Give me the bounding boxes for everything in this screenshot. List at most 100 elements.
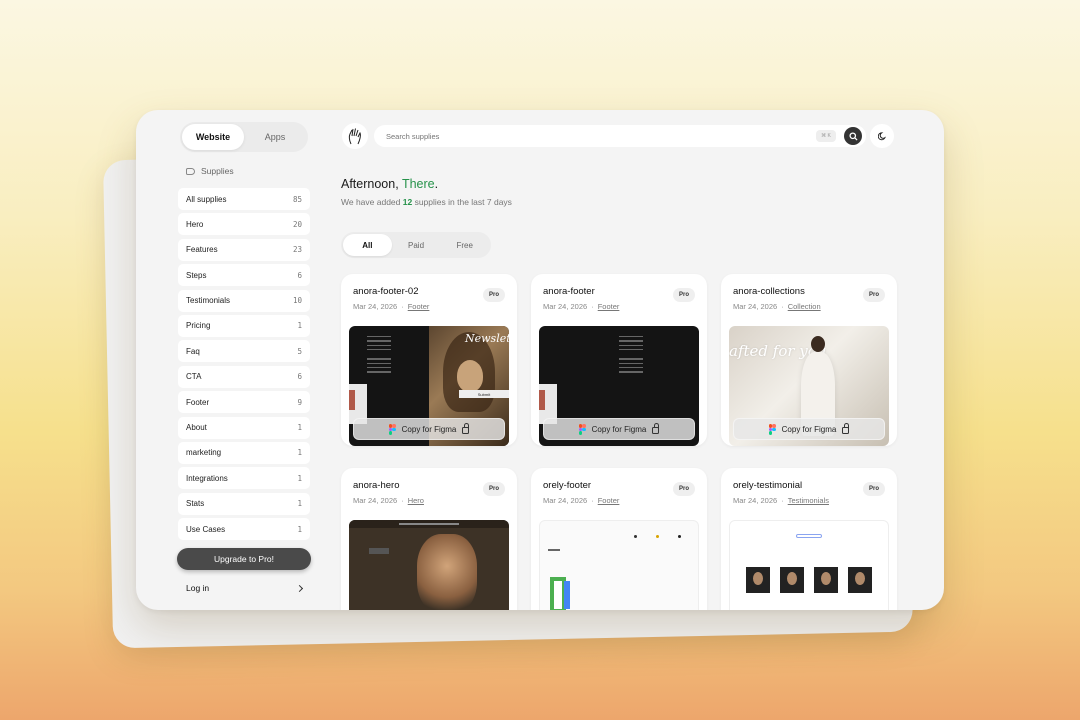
sidebar-item-count: 6 [297,372,302,382]
card-preview-image [729,520,889,610]
hand-logo-icon[interactable] [342,123,368,149]
sidebar-item-use-cases[interactable]: Use Cases 1 [178,518,310,541]
pro-badge: Pro [863,288,885,302]
subtitle-after: supplies in the last 7 days [412,197,512,207]
supply-card-anora-hero[interactable]: anora-hero Mar 24, 2026 · Hero Pro [341,468,517,610]
card-meta: Mar 24, 2026 · Collection [733,302,821,311]
sidebar-item-footer[interactable]: Footer 9 [178,391,310,414]
sidebar-item-faq[interactable]: Faq 5 [178,340,310,363]
card-category-link[interactable]: Hero [408,496,424,505]
new-supplies-count: 12 [402,197,413,207]
sidebar-item-testimonials[interactable]: Testimonials 10 [178,289,310,312]
sidebar-item-all-supplies[interactable]: All supplies 85 [178,188,310,210]
sidebar-item-cta[interactable]: CTA 6 [178,365,310,388]
card-date: Mar 24, 2026 [353,302,398,311]
greeting-subtitle: We have added 12 supplies in the last 7 … [341,197,512,207]
card-title: anora-footer-02 [353,286,419,297]
lock-icon [462,422,470,434]
pro-badge: Pro [863,482,885,496]
tab-website[interactable]: Website [182,124,244,150]
sidebar-item-label: Use Cases [186,524,226,534]
supply-card-orely-footer[interactable]: orely-footer Mar 24, 2026 · Footer Pro [531,468,707,610]
card-meta: Mar 24, 2026 · Footer [353,302,430,311]
supply-card-anora-footer-02[interactable]: anora-footer-02 Mar 24, 2026 · Footer Pro … [341,274,517,446]
sidebar-item-count: 10 [292,296,302,306]
card-preview-image [539,520,699,610]
sidebar-item-label: Pricing [186,321,211,331]
tab-apps[interactable]: Apps [244,124,306,150]
sidebar-item-label: All supplies [186,194,227,204]
sidebar-item-count: 9 [297,397,302,407]
sidebar: Website Apps Supplies All supplies 85 Her… [136,110,324,610]
sidebar-item-pricing[interactable]: Pricing 1 [178,314,310,337]
moon-icon[interactable] [870,124,894,148]
sidebar-item-label: Hero [186,219,204,229]
greeting-name: There [401,177,435,191]
card-date: Mar 24, 2026 [733,302,778,311]
card-meta: Mar 24, 2026 · Footer [543,302,620,311]
card-preview-image: Newsletter Submit Copy for Figma [349,326,509,446]
login-link[interactable]: Log in [186,580,304,596]
greeting-prefix: Afternoon, [341,177,402,191]
supply-card-orely-testimonial[interactable]: orely-testimonial Mar 24, 2026 · Testimoni… [721,468,897,610]
card-title: anora-collections [733,286,805,297]
upgrade-button[interactable]: Upgrade to Pro! [177,548,311,570]
copy-for-figma-button[interactable]: Copy for Figma [733,418,885,440]
sidebar-item-label: Integrations [186,473,228,483]
card-date: Mar 24, 2026 [733,496,778,505]
sidebar-item-count: 23 [292,245,302,255]
preview-submit-button: Submit [459,390,509,398]
copy-for-figma-button[interactable]: Copy for Figma [543,418,695,440]
figma-icon [388,424,396,435]
supply-card-anora-collections[interactable]: anora-collections Mar 24, 2026 · Collectio… [721,274,897,446]
greeting-suffix: . [434,177,439,191]
supplies-section-header: Supplies [186,166,234,176]
category-list: All supplies 85 Hero 20 Features 23 Steps 6 … [178,188,310,543]
sidebar-item-hero[interactable]: Hero 20 [178,213,310,236]
card-preview-image: Copy for Figma [539,326,699,446]
sidebar-item-marketing[interactable]: marketing 1 [178,441,310,464]
sidebar-item-steps[interactable]: Steps 6 [178,264,310,287]
sidebar-item-label: Testimonials [186,296,231,306]
card-category-link[interactable]: Footer [598,302,620,311]
sidebar-item-label: Features [186,245,218,255]
pro-badge: Pro [673,288,695,302]
copy-for-figma-label: Copy for Figma [781,424,837,434]
sidebar-item-features[interactable]: Features 23 [178,238,310,261]
sidebar-item-count: 6 [297,270,302,280]
supply-card-anora-footer[interactable]: anora-footer Mar 24, 2026 · Footer Pro Cop… [531,274,707,446]
card-category-link[interactable]: Footer [598,496,620,505]
card-title: orely-footer [543,480,592,491]
card-title: anora-hero [353,480,400,491]
pro-badge: Pro [483,288,505,302]
filter-free[interactable]: Free [440,234,489,256]
sidebar-item-count: 1 [297,423,302,433]
sidebar-item-label: Footer [186,397,210,407]
search-input[interactable] [386,131,786,141]
search-bar[interactable]: ⌘ K [374,125,866,147]
figma-icon [578,424,586,435]
card-date: Mar 24, 2026 [543,496,588,505]
sidebar-item-stats[interactable]: Stats 1 [178,492,310,515]
copy-for-figma-button[interactable]: Copy for Figma [353,418,505,440]
sidebar-item-count: 1 [297,524,302,534]
pricing-filter: All Paid Free [341,232,491,258]
card-date: Mar 24, 2026 [543,302,588,311]
card-meta: Mar 24, 2026 · Hero [353,496,424,505]
card-meta: Mar 24, 2026 · Footer [543,496,620,505]
sidebar-item-about[interactable]: About 1 [178,416,310,439]
filter-paid[interactable]: Paid [392,234,441,256]
sidebar-item-count: 5 [297,346,302,356]
sidebar-item-label: About [186,423,207,433]
card-category-link[interactable]: Footer [408,302,430,311]
filter-all[interactable]: All [343,234,392,256]
card-category-link[interactable]: Testimonials [788,496,829,505]
sidebar-item-count: 1 [297,473,302,483]
supplies-section-label: Supplies [201,166,234,176]
sidebar-item-integrations[interactable]: Integrations 1 [178,467,310,490]
login-label: Log in [186,583,210,593]
subtitle-before: We have added [341,197,403,207]
card-category-link[interactable]: Collection [788,302,821,311]
card-title: orely-testimonial [733,480,803,491]
search-icon[interactable] [844,127,862,145]
